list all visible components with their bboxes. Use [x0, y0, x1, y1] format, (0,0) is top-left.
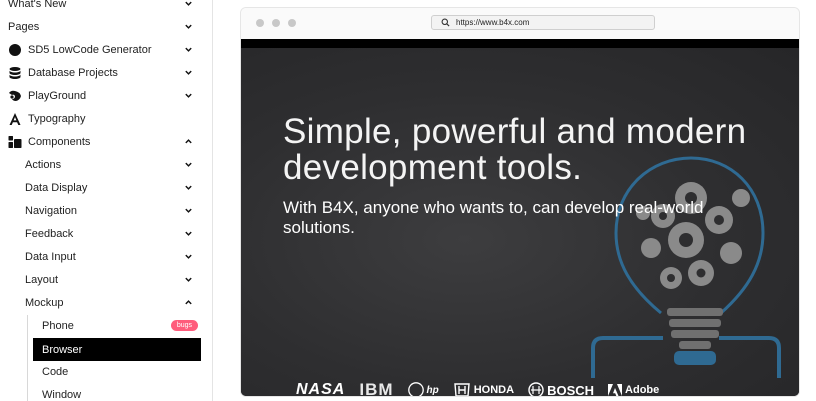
adobe-logo-text: Adobe	[625, 384, 660, 396]
chevron-up-icon	[182, 297, 194, 309]
sidebar-item-label: What's New	[8, 0, 67, 10]
sidebar-item-layout[interactable]: Layout	[0, 268, 206, 291]
sidebar-item-data-display[interactable]: Data Display	[0, 176, 206, 199]
sidebar-item-label: Mockup	[25, 296, 64, 309]
chevron-down-icon	[182, 67, 194, 79]
hero-banner: Simple, powerful and modern development …	[241, 48, 799, 396]
status-badge: bugs	[170, 320, 198, 331]
sidebar-item-label: Data Display	[25, 181, 88, 194]
sidebar-item-phone[interactable]: Phone bugs	[0, 314, 206, 337]
sidebar-item-label: Components	[28, 135, 91, 148]
sidebar-item-label: Database Projects	[28, 66, 118, 79]
hp-logo: hp	[407, 382, 439, 396]
honda-icon	[453, 383, 470, 396]
window-dot-icon	[256, 19, 264, 27]
window-dot-icon	[272, 19, 280, 27]
hero-subtitle: With B4X, anyone who wants to, can devel…	[283, 198, 704, 237]
window-dot-icon	[288, 19, 296, 27]
chevron-down-icon	[182, 274, 194, 286]
bosch-logo-text: BOSCH	[547, 382, 595, 397]
browser-viewport: Simple, powerful and modern development …	[241, 39, 799, 396]
sidebar: What's New Pages SD5 LowCode Generator D…	[0, 0, 213, 401]
sidebar-item-feedback[interactable]: Feedback	[0, 222, 206, 245]
chevron-down-icon	[182, 251, 194, 263]
adobe-logo: Adobe	[608, 383, 659, 396]
sidebar-item-typography[interactable]: Typography	[0, 107, 206, 130]
sidebar-item-whats-new[interactable]: What's New	[0, 0, 206, 15]
sidebar-item-label: Feedback	[25, 227, 74, 240]
search-icon	[432, 18, 456, 27]
sidebar-item-label: Code	[42, 365, 69, 378]
sidebar-item-label: Phone	[42, 319, 74, 332]
sidebar-item-label: Pages	[8, 20, 40, 33]
circle-icon	[8, 43, 22, 57]
components-icon	[8, 135, 22, 149]
bosch-logo: BOSCH	[528, 382, 594, 396]
hp-logo-text: hp	[426, 384, 439, 396]
sidebar-item-label: PlayGround	[28, 89, 87, 102]
honda-logo-text: HONDA	[473, 384, 515, 396]
sidebar-item-label: Browser	[42, 343, 83, 356]
address-url: https://www.b4x.com	[456, 18, 530, 27]
chevron-down-icon	[182, 90, 194, 102]
chevron-up-icon	[182, 136, 194, 148]
sidebar-item-sd5-lowcode-generator[interactable]: SD5 LowCode Generator	[0, 38, 206, 61]
typography-icon	[8, 112, 22, 126]
sidebar-item-database-projects[interactable]: Database Projects	[0, 61, 206, 84]
honda-logo: HONDA	[453, 382, 514, 396]
browser-toolbar: https://www.b4x.com	[241, 8, 799, 39]
address-bar[interactable]: https://www.b4x.com	[431, 15, 655, 30]
chevron-down-icon	[182, 159, 194, 171]
sidebar-item-label: SD5 LowCode Generator	[28, 43, 152, 56]
browser-mockup: https://www.b4x.com Simple, powerful and…	[240, 7, 800, 397]
hero-title: Simple, powerful and modern development …	[283, 112, 747, 187]
chevron-down-icon	[182, 21, 194, 33]
sidebar-item-window[interactable]: Window	[0, 383, 206, 401]
playground-icon	[8, 89, 22, 103]
sidebar-item-label: Data Input	[25, 250, 76, 263]
database-icon	[8, 66, 22, 80]
sidebar-item-label: Typography	[28, 112, 86, 125]
sidebar-item-label: Actions	[25, 158, 62, 171]
chevron-down-icon	[182, 205, 194, 217]
sidebar-item-label: Navigation	[25, 204, 77, 217]
sidebar-item-label: Window	[42, 388, 82, 401]
nasa-logo: NASA	[296, 381, 346, 396]
chevron-down-icon	[182, 228, 194, 240]
hp-icon	[407, 382, 424, 396]
ibm-logo: IBM	[359, 380, 394, 396]
sidebar-item-actions[interactable]: Actions	[0, 153, 206, 176]
sidebar-item-components[interactable]: Components	[0, 130, 206, 153]
bosch-icon	[528, 382, 544, 396]
sidebar-item-mockup[interactable]: Mockup	[0, 291, 206, 314]
sidebar-item-code[interactable]: Code	[0, 360, 206, 383]
partner-logos: NASA IBM hp HONDA BOSCH Adobe	[296, 380, 659, 396]
sidebar-item-label: Layout	[25, 273, 59, 286]
sidebar-item-browser[interactable]: Browser	[33, 338, 201, 361]
chevron-down-icon	[182, 0, 194, 10]
chevron-down-icon	[182, 44, 194, 56]
sidebar-item-navigation[interactable]: Navigation	[0, 199, 206, 222]
adobe-icon	[608, 384, 623, 396]
sidebar-item-pages[interactable]: Pages	[0, 15, 206, 38]
sidebar-item-data-input[interactable]: Data Input	[0, 245, 206, 268]
sidebar-item-playground[interactable]: PlayGround	[0, 84, 206, 107]
chevron-down-icon	[182, 182, 194, 194]
